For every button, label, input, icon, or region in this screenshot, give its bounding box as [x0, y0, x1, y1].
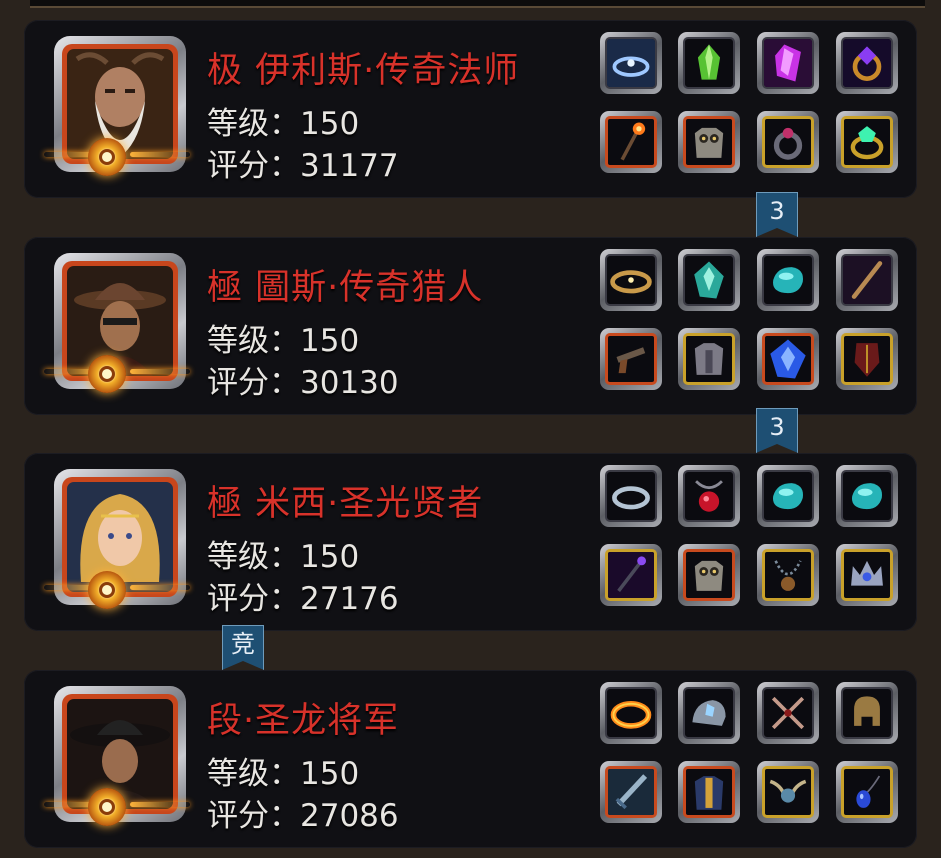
equipment-slot[interactable] — [757, 465, 819, 527]
crimson-shield-icon — [854, 343, 880, 377]
equipment-slot[interactable] — [600, 682, 662, 744]
equipment-slot[interactable] — [600, 249, 662, 311]
steel-armor-icon — [694, 343, 724, 375]
ruby-amulet-icon — [695, 480, 723, 512]
cyan-stone-icon — [773, 267, 803, 294]
equipment-slot[interactable] — [600, 761, 662, 823]
equipment-slot[interactable] — [678, 111, 740, 173]
equipment-slot[interactable] — [836, 544, 898, 606]
equipment-slot[interactable] — [836, 249, 898, 311]
equipment-slot[interactable] — [678, 761, 740, 823]
equipment-slot[interactable] — [678, 544, 740, 606]
equipment-slot[interactable] — [757, 328, 819, 390]
rank-emblem-icon — [88, 788, 126, 826]
rank-change-badge: 3 — [756, 408, 798, 453]
purple-gem-icon — [764, 39, 812, 87]
hero-name: 極 米西·圣光贤者 — [207, 484, 484, 524]
hero-level: 等级：150 — [207, 539, 360, 575]
hero-level: 等级：150 — [207, 756, 360, 792]
equipment-slot[interactable] — [678, 32, 740, 94]
hero-name: 极 伊利斯·传奇法师 — [207, 51, 520, 91]
great-sword-icon — [608, 769, 654, 815]
sapphire-pendant-icon — [856, 775, 881, 808]
equipment-slot[interactable] — [757, 32, 819, 94]
emerald-ring-icon — [850, 126, 884, 160]
owl-armor-icon — [694, 560, 724, 591]
equipment-slot[interactable] — [600, 465, 662, 527]
amethyst-ring-icon — [843, 39, 891, 87]
green-crystal-icon — [697, 44, 721, 80]
equipment-slot[interactable] — [836, 328, 898, 390]
hero-card[interactable]: 段·圣龙将军 等级：150 评分：27086 — [24, 670, 917, 848]
arena-badge: 竞 — [222, 625, 264, 670]
golden-hoop-icon — [610, 270, 652, 294]
hero-score: 评分：27176 — [207, 581, 399, 617]
rank-emblem-icon — [88, 571, 126, 609]
hero-score: 评分：30130 — [207, 365, 399, 401]
equipment-slot[interactable] — [757, 111, 819, 173]
equipment-slot[interactable] — [757, 249, 819, 311]
blue-gem-icon — [770, 339, 806, 379]
equipment-slot[interactable] — [600, 544, 662, 606]
equipment-slot[interactable] — [600, 328, 662, 390]
equipment-slot[interactable] — [757, 682, 819, 744]
pistol-icon — [616, 347, 646, 374]
hero-card[interactable]: 极 伊利斯·传奇法师 等级：150 评分：31177 — [24, 20, 917, 198]
golden-armor-icon — [694, 776, 724, 810]
winged-amulet-icon — [769, 779, 807, 803]
bronze-helmet-icon — [854, 696, 880, 726]
equipment-slot[interactable] — [836, 761, 898, 823]
equipment-slot[interactable] — [678, 328, 740, 390]
equipment-slot[interactable] — [836, 465, 898, 527]
rank-emblem-icon — [88, 355, 126, 393]
equipment-slot[interactable] — [836, 32, 898, 94]
frost-ring-icon — [607, 39, 655, 87]
equipment-slot[interactable] — [600, 111, 662, 173]
equipment-slot[interactable] — [678, 465, 740, 527]
hero-score: 评分：31177 — [207, 148, 399, 184]
hero-name: 段·圣龙将军 — [207, 701, 400, 741]
equipment-slot[interactable] — [757, 544, 819, 606]
crystal-pauldron-icon — [692, 700, 726, 726]
hero-score: 评分：27086 — [207, 798, 399, 834]
cyan-stone-icon — [852, 483, 882, 510]
dark-ring-icon — [773, 127, 803, 160]
silver-ring-icon — [612, 486, 650, 510]
hero-card[interactable]: 極 米西·圣光贤者 等级：150 评分：27176 — [24, 453, 917, 631]
equipment-slot[interactable] — [836, 111, 898, 173]
rank-change-badge: 3 — [756, 192, 798, 237]
rank-emblem-icon — [88, 138, 126, 176]
equipment-slot[interactable] — [836, 682, 898, 744]
beaded-necklace-icon — [774, 560, 802, 591]
flame-ring-icon — [610, 701, 652, 729]
equipment-slot[interactable] — [678, 682, 740, 744]
crossed-daggers-icon — [771, 696, 805, 730]
cyan-stone-icon — [773, 483, 803, 510]
hero-level: 等级：150 — [207, 323, 360, 359]
wooden-stick-icon — [843, 256, 891, 304]
equipment-slot[interactable] — [600, 32, 662, 94]
hero-level: 等级：150 — [207, 106, 360, 142]
equipment-slot[interactable] — [678, 249, 740, 311]
teal-gem-icon — [694, 261, 724, 299]
dark-staff-icon — [608, 552, 654, 598]
hero-card[interactable]: 極 圖斯·传奇猎人 等级：150 评分：30130 — [24, 237, 917, 415]
hero-name: 極 圖斯·传奇猎人 — [207, 268, 484, 308]
fire-staff-icon — [620, 122, 646, 161]
owl-armor-icon — [694, 127, 724, 158]
crystal-crown-icon — [851, 560, 883, 586]
equipment-slot[interactable] — [757, 761, 819, 823]
top-divider — [30, 0, 925, 8]
